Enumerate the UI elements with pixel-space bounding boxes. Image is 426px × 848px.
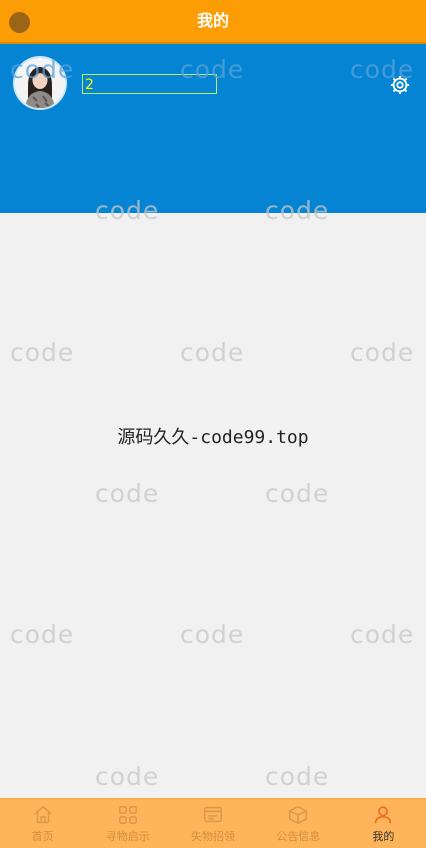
site-watermark-text: 源码久久-code99.top: [117, 427, 309, 448]
grid-icon: [118, 806, 137, 824]
board-icon: [204, 806, 222, 823]
watermark-text: code: [10, 55, 75, 84]
tab-announcements[interactable]: 公告信息: [256, 799, 341, 848]
watermark-text: code: [95, 479, 160, 508]
box-icon: [288, 805, 309, 825]
top-bar: 我的: [0, 0, 426, 44]
tab-lost-notice[interactable]: 寻物启示: [85, 799, 170, 848]
tab-label: 我的: [372, 830, 395, 843]
watermark-text: code: [180, 620, 245, 649]
watermark-text: code: [180, 338, 245, 367]
watermark-text: code: [95, 762, 160, 791]
page-title: 我的: [196, 11, 229, 30]
tab-home[interactable]: 首页: [0, 799, 85, 848]
tab-label: 寻物启示: [105, 830, 150, 843]
watermark-text: code: [265, 196, 330, 225]
watermark-text: code: [350, 620, 415, 649]
watermark-text: code: [10, 620, 75, 649]
tab-label: 失物招领: [191, 830, 235, 843]
home-icon: [33, 805, 52, 824]
watermark-text: code: [265, 762, 330, 791]
tab-mine[interactable]: 我的: [341, 799, 426, 848]
tab-label: 首页: [31, 830, 54, 843]
tab-label: 公告信息: [276, 830, 321, 843]
watermark-text: code: [180, 55, 245, 84]
watermark-text: code: [265, 479, 330, 508]
watermark-text: code: [10, 338, 75, 367]
watermark-text: code: [350, 55, 415, 84]
tab-found-items[interactable]: 失物招领: [170, 799, 255, 848]
user-icon: [375, 806, 392, 824]
watermark-text: code: [350, 338, 415, 367]
bottom-tab-bar: 首页 寻物启示 失物招领 公告信息 我的: [0, 798, 426, 848]
watermark-text: code: [95, 196, 160, 225]
